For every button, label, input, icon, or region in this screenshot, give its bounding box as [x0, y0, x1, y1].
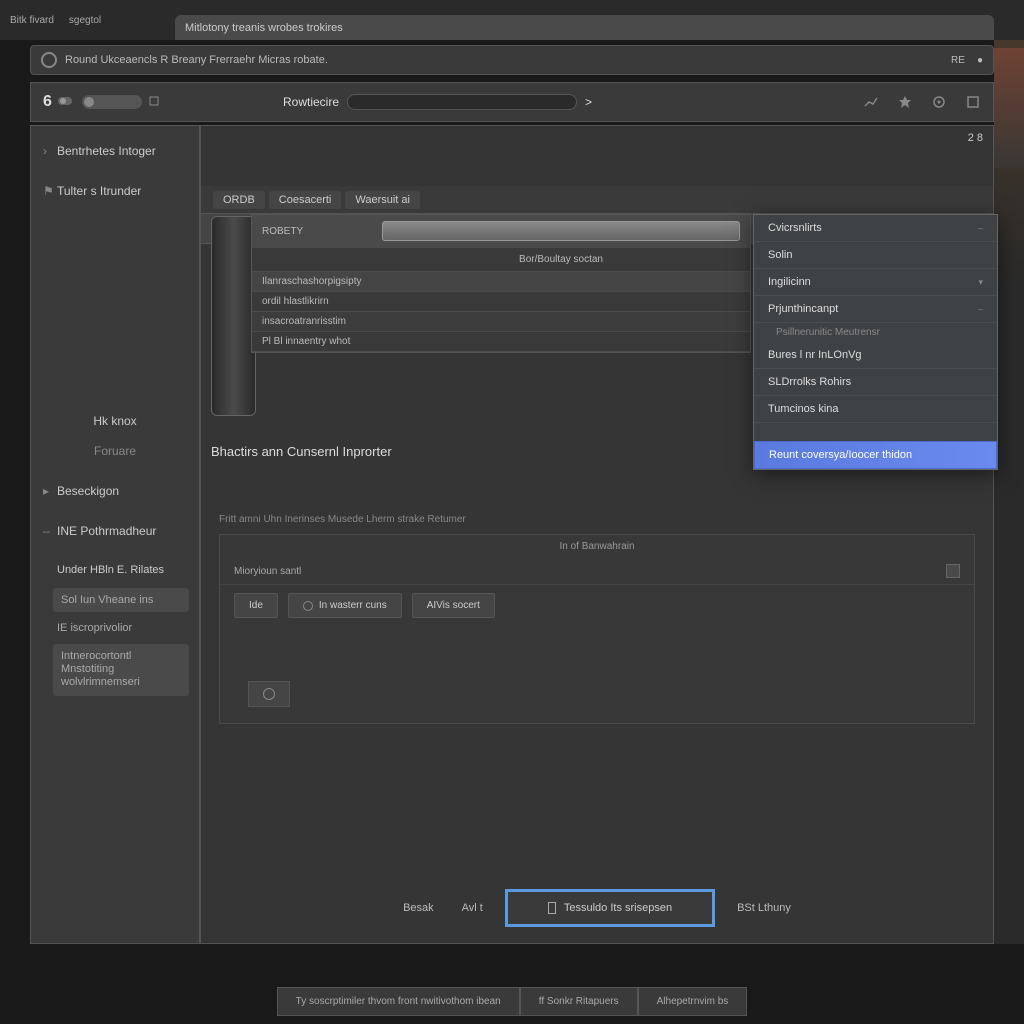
search-label: Rowtiecire — [283, 95, 339, 109]
sidebar: ›Bentrhetes Intoger ⚑Tulter s Itrunder H… — [30, 125, 200, 944]
toolbar-badge-dot[interactable]: ● — [977, 55, 983, 66]
chip-2[interactable]: In wasterr cuns — [288, 593, 402, 618]
desktop-right-edge — [994, 8, 1024, 944]
circle-icon — [263, 688, 275, 700]
single-chip[interactable] — [248, 681, 290, 707]
section-desc: Fritt amni Uhn Inerinses Musede Lherm st… — [219, 514, 466, 525]
menu-item-6[interactable]: SLDrrolks Rohirs — [754, 369, 997, 396]
sidebar-item-1[interactable]: ›Bentrhetes Intoger — [31, 136, 199, 166]
menu-item-3[interactable]: Ingilicinn▾ — [754, 269, 997, 296]
chevron-right-icon: – — [978, 304, 983, 314]
chip-row: Ide In wasterr cuns AIVis socert — [220, 585, 974, 626]
expand-icon[interactable] — [946, 564, 960, 578]
context-menu: Cvicrsnlirts– Solin Ingilicinn▾ Prjunthi… — [753, 214, 998, 470]
sidebar-item-6[interactable]: –INE Pothrmadheur — [31, 516, 199, 546]
back-icon[interactable] — [41, 52, 57, 68]
header-tool-icon-3[interactable] — [931, 94, 947, 110]
content-area: ROBETY Bor/Boultay soctan Ilanraschashor… — [201, 184, 993, 943]
lower-box-row-1[interactable]: Mioryioun santl — [220, 558, 974, 585]
form-row-3[interactable]: Pl Bl innaentry whot — [252, 332, 750, 352]
window-subtitle: sgegtol — [69, 15, 101, 26]
header-tool-icon-2[interactable] — [897, 94, 913, 110]
sidebar-item-4[interactable]: Foruare — [31, 436, 199, 466]
form-row-2b[interactable]: insacroatranrisstim — [252, 312, 750, 332]
logo-slider — [82, 95, 142, 109]
submit-label-alt[interactable]: Avl t — [456, 902, 489, 914]
section-title: Bhactirs ann Cunsernl Inprorter — [211, 444, 392, 459]
browser-toolbar: Round Ukceaencls R Breany Frerraehr Micr… — [30, 45, 994, 75]
lower-box-header: In of Banwahrain — [220, 535, 974, 558]
brand-input[interactable] — [382, 221, 740, 241]
bottom-bar: Ty soscrptimiler thvom front nwitivothom… — [0, 979, 1024, 1024]
header-tool-icon-4[interactable] — [965, 94, 981, 110]
menu-item-1[interactable]: Cvicrsnlirts– — [754, 215, 997, 242]
lower-box: In of Banwahrain Mioryioun santl Ide In … — [219, 534, 975, 724]
form-row-1[interactable]: Ilanraschashorpigsipty — [252, 272, 750, 292]
form-row-2[interactable]: ordil hlastlikrirn — [252, 292, 750, 312]
count-badge: 2 8 — [968, 132, 983, 144]
form-header-row: Bor/Boultay soctan — [252, 248, 750, 272]
sidebar-item-3[interactable]: Hk knox — [31, 406, 199, 436]
bottom-item-2[interactable]: ff Sonkr Ritapuers — [520, 987, 638, 1016]
address-bar[interactable]: Round Ukceaencls R Breany Frerraehr Micr… — [65, 54, 951, 66]
form-header-label: Bor/Boultay soctan — [382, 254, 740, 265]
sidebar-item-5[interactable]: ▸Beseckigon — [31, 476, 199, 506]
chip-1[interactable]: Ide — [234, 593, 278, 618]
window-title: Bitk fivard — [10, 15, 54, 26]
logo-end-icon — [148, 95, 160, 110]
arrow-icon: ▸ — [43, 484, 51, 498]
main-panel: 2 8 ORDB Coesacerti Waersuit ai ▤RIAMs ↓… — [200, 125, 994, 944]
chevron-right-icon: – — [978, 223, 983, 233]
device-image — [211, 216, 256, 416]
sidebar-sub-3[interactable]: Intnerocortontl Mnstotiting wolvlrimnems… — [53, 644, 189, 696]
menu-item-5[interactable]: Bures l nr InLOnVg — [754, 342, 997, 369]
circle-icon — [303, 601, 313, 611]
chip-3[interactable]: AIVis socert — [412, 593, 495, 618]
search-input[interactable] — [347, 94, 577, 110]
brand-label: ROBETY — [262, 226, 382, 237]
sidebar-sub-2[interactable]: IE iscroprivolior — [49, 616, 199, 640]
form-brand-row: ROBETY — [252, 215, 750, 248]
submit-button[interactable]: Tessuldo Its srisepsen — [505, 889, 715, 927]
document-icon — [548, 902, 556, 914]
tab-title: Mitlotony treanis wrobes trokires — [185, 22, 343, 34]
search-sep: > — [585, 95, 592, 109]
toolbar-badge-re[interactable]: RE — [951, 55, 965, 66]
menu-item-4[interactable]: Prjunthincanpt– — [754, 296, 997, 323]
bottom-item-1[interactable]: Ty soscrptimiler thvom front nwitivothom… — [277, 987, 520, 1016]
menu-item-8-highlighted[interactable]: Reunt coversya/Ioocer thidon — [754, 441, 997, 469]
header-tool-icon-1[interactable] — [863, 94, 879, 110]
flag-icon: ⚑ — [43, 184, 51, 198]
logo-icon — [58, 94, 76, 111]
menu-item-2[interactable]: Solin — [754, 242, 997, 269]
dash-icon: – — [43, 524, 51, 538]
menu-item-7[interactable]: Tumcinos kina — [754, 396, 997, 423]
submit-label-right[interactable]: BSt Lthuny — [731, 902, 797, 914]
browser-tab[interactable]: Mitlotony treanis wrobes trokires — [175, 15, 994, 40]
sidebar-sub-1[interactable]: Sol Iun Vheane ins — [53, 588, 189, 612]
caret-icon: › — [43, 144, 51, 158]
sidebar-item-7[interactable]: Under HBln E. Rilates — [31, 556, 199, 584]
header-badge: 6 — [43, 93, 52, 111]
app-header: 6 Rowtiecire > — [30, 82, 994, 122]
chevron-down-icon: ▾ — [978, 277, 983, 288]
menu-item-4-sub: Psillnerunitic Meutrensr — [754, 323, 997, 342]
bottom-item-3[interactable]: Alhepetrnvim bs — [638, 987, 748, 1016]
form-box: ROBETY Bor/Boultay soctan Ilanraschashor… — [251, 214, 751, 353]
sidebar-item-2[interactable]: ⚑Tulter s Itrunder — [31, 176, 199, 206]
submit-label-back[interactable]: Besak — [397, 902, 440, 914]
submit-row: Besak Avl t Tessuldo Its srisepsen BSt L… — [201, 883, 993, 933]
